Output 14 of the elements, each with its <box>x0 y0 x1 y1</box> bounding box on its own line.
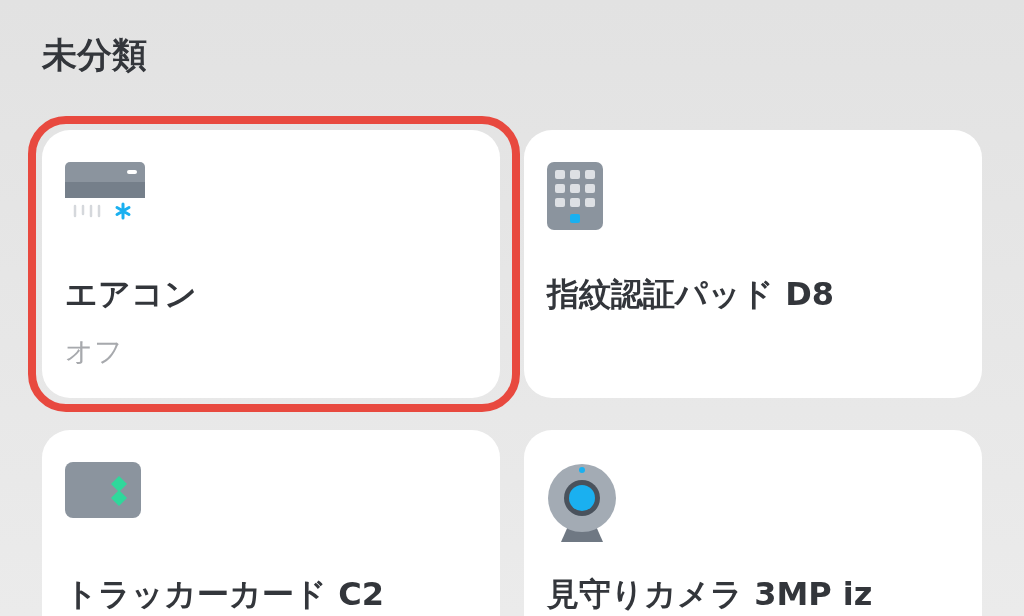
card-icon <box>65 462 141 518</box>
air-conditioner-icon <box>65 162 145 222</box>
keypad-icon <box>547 162 603 230</box>
device-status: オフ <box>65 334 124 370</box>
device-name: 指紋認証パッド D8 <box>547 274 835 315</box>
device-name: トラッカーカード C2 <box>65 574 385 615</box>
device-name: 見守りカメラ 3MP iz <box>547 574 874 615</box>
device-card[interactable]: トラッカーカード C2 <box>42 430 500 616</box>
device-card[interactable]: 見守りカメラ 3MP iz <box>524 430 982 616</box>
webcam-icon <box>547 462 617 542</box>
section-title: 未分類 <box>42 34 148 77</box>
device-name: エアコン <box>65 274 198 315</box>
device-card[interactable]: エアコン オフ <box>42 130 500 398</box>
device-card[interactable]: 指紋認証パッド D8 <box>524 130 982 398</box>
